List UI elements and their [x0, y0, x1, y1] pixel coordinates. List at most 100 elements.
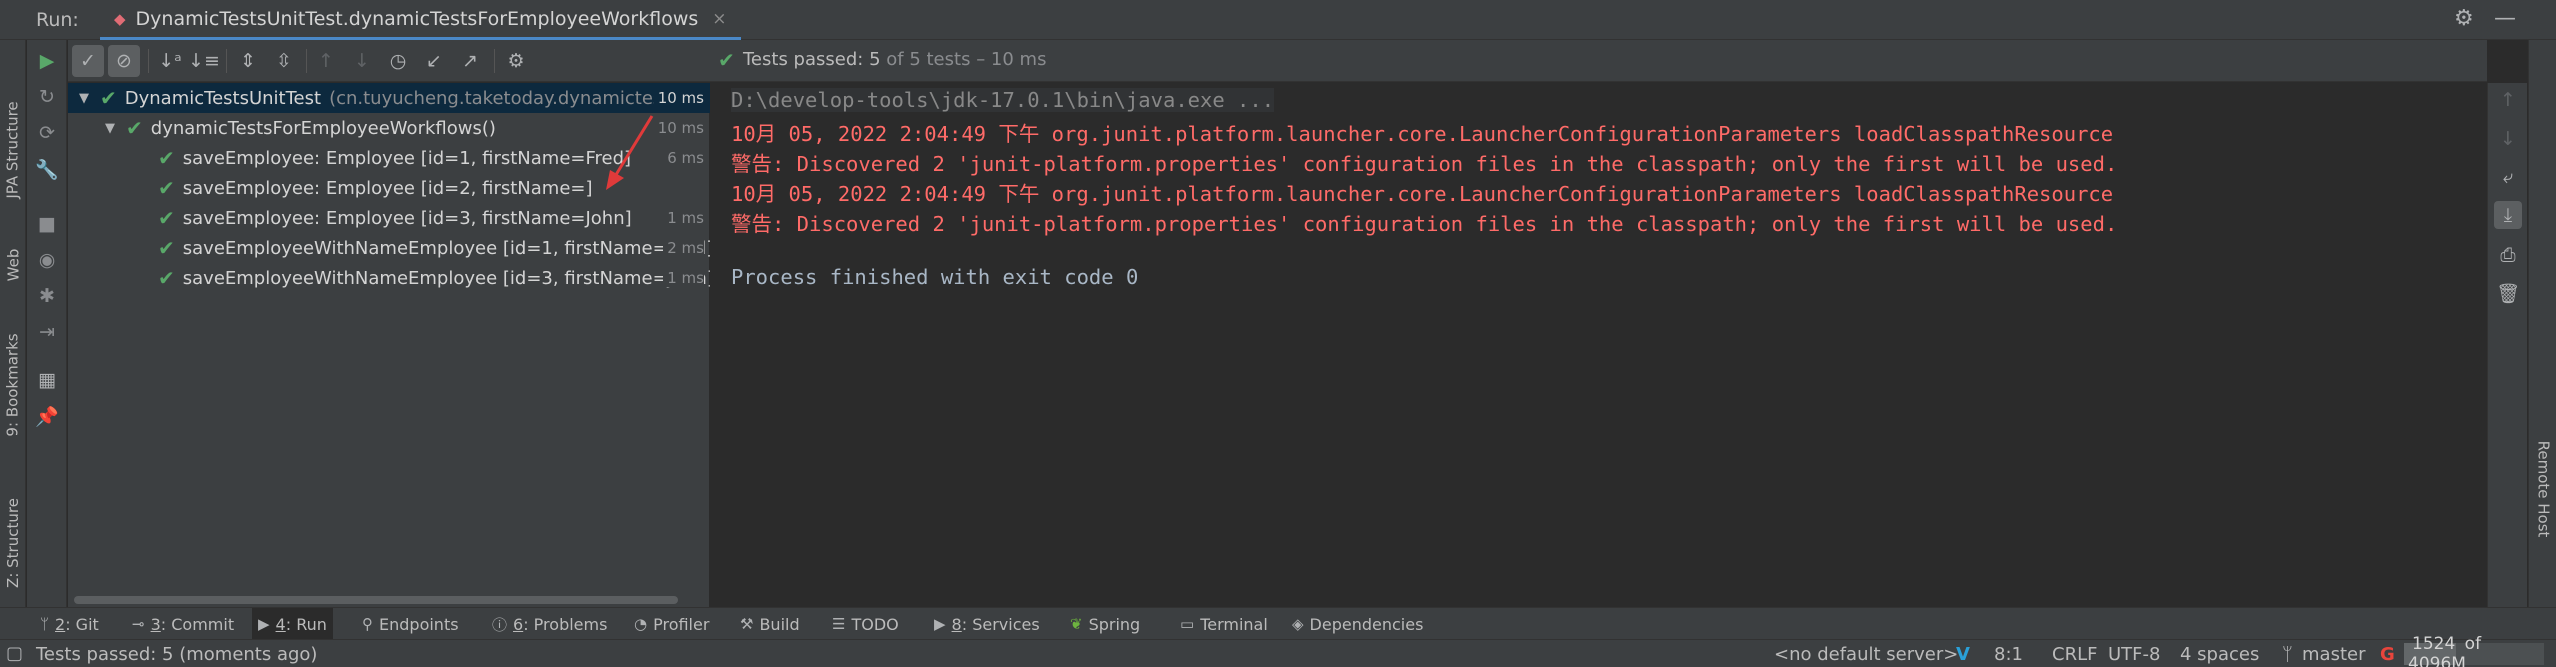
sidebar-tab-remote-host[interactable]: Remote Host	[2529, 441, 2556, 538]
console-log-line: 10月 05, 2022 2:04:49 下午 org.junit.platfo…	[731, 122, 2114, 146]
build-icon: ⚒	[740, 615, 754, 633]
tab-problems[interactable]: ⓘ 6: Problems	[486, 608, 613, 640]
passed-check-icon: ✔	[158, 266, 175, 290]
passed-check-icon: ✔	[158, 176, 175, 200]
show-passed-icon[interactable]: ✓	[72, 45, 104, 77]
console-log-line: 警告: Discovered 2 'junit-platform.propert…	[731, 212, 2118, 236]
caret-position[interactable]: 8:1	[1994, 644, 2023, 665]
layout-icon[interactable]: ▦	[33, 366, 61, 394]
sidebar-tab-label: 9: Bookmarks	[4, 333, 23, 437]
server-selector[interactable]: <no default server>	[1774, 644, 1958, 665]
test-history-icon[interactable]: ◷	[382, 45, 414, 77]
previous-failed-icon[interactable]: ↑	[310, 45, 342, 77]
memory-indicator[interactable]: 1524 of 4096M	[2404, 634, 2544, 667]
indent-setting[interactable]: 4 spaces	[2180, 644, 2259, 665]
console-command-line[interactable]: D:\develop-tools\jdk-17.0.1\bin\java.exe…	[731, 88, 1275, 112]
left-tool-window-strip: JPA Structure Web 9: Bookmarks Z: Struct…	[0, 40, 26, 607]
test-duration: 10 ms	[653, 89, 704, 107]
tab-git[interactable]: ᛘ 2: Git	[34, 608, 105, 640]
passed-check-icon: ✔	[158, 206, 175, 230]
passed-check-icon: ✔	[158, 146, 175, 170]
sidebar-tab-web[interactable]: Web	[0, 235, 26, 295]
collapse-arrow-icon[interactable]: ▼	[76, 91, 92, 106]
tree-node-test[interactable]: ✔ saveEmployee: Employee [id=3, firstNam…	[68, 203, 710, 233]
file-encoding[interactable]: UTF-8	[2108, 644, 2160, 665]
scroll-to-end-icon[interactable]: ⤓	[2494, 201, 2522, 229]
git-branch[interactable]: master	[2302, 644, 2365, 665]
tab-spring[interactable]: ❦ Spring	[1064, 608, 1146, 640]
tab-commit[interactable]: ⊸ 3: Commit	[126, 608, 240, 640]
print-icon[interactable]: ⎙	[2494, 241, 2522, 269]
status-toggle-icon[interactable]: ▢	[6, 643, 23, 664]
tests-duration: 10 ms	[990, 49, 1047, 70]
wrench-icon[interactable]: 🔧	[33, 155, 61, 183]
sidebar-tab-label: JPA Structure	[4, 101, 23, 199]
junit-config-icon: ◆	[114, 9, 126, 28]
tab-endpoints[interactable]: ⚲ Endpoints	[356, 608, 465, 640]
passed-check-icon: ✔	[126, 116, 143, 140]
tree-node-test[interactable]: ✔ saveEmployeeWithNameEmployee [id=3, fi…	[68, 263, 710, 293]
tab-services[interactable]: ▶ 8: Services	[928, 608, 1046, 640]
status-bar: ▢ Tests passed: 5 (moments ago) <no defa…	[0, 634, 2556, 667]
export-tests-icon[interactable]: ↗	[454, 45, 486, 77]
toggle-auto-test-icon[interactable]: ⟳	[33, 119, 61, 147]
google-icon[interactable]: G	[2380, 644, 2395, 665]
import-tests-icon[interactable]: ↙	[418, 45, 450, 77]
terminal-icon: ▭	[1180, 615, 1195, 633]
expand-all-icon[interactable]: ⇕	[232, 45, 264, 77]
status-separator: –	[976, 49, 986, 70]
test-duration: 1 ms	[663, 209, 704, 227]
stop-icon[interactable]: ■	[33, 210, 61, 238]
rerun-icon[interactable]: ▶	[33, 47, 61, 75]
sort-alphabetically-icon[interactable]: ↓ᵃ	[154, 45, 186, 77]
status-message[interactable]: Tests passed: 5 (moments ago)	[36, 644, 317, 665]
tab-profiler[interactable]: ◔ Profiler	[628, 608, 715, 640]
tab-terminal[interactable]: ▭ Terminal	[1174, 608, 1274, 640]
console-exit-message: Process finished with exit code 0	[731, 265, 1139, 289]
sidebar-tab-bookmarks[interactable]: 9: Bookmarks	[0, 315, 26, 455]
profiler-icon: ◔	[634, 615, 648, 633]
console-output[interactable]: D:\develop-tools\jdk-17.0.1\bin\java.exe…	[711, 83, 2487, 607]
debug-icon[interactable]: ✱	[33, 282, 61, 310]
tab-build[interactable]: ⚒ Build	[734, 608, 806, 640]
dependencies-icon: ◈	[1292, 615, 1304, 633]
problems-icon: ⓘ	[492, 615, 508, 634]
passed-check-icon: ✔	[158, 236, 175, 260]
hide-panel-icon[interactable]: —	[2494, 6, 2516, 31]
trash-icon[interactable]: 🗑	[2494, 279, 2522, 307]
test-settings-gear-icon[interactable]: ⚙	[500, 45, 532, 77]
tab-dependencies[interactable]: ◈ Dependencies	[1286, 608, 1429, 640]
endpoints-icon: ⚲	[362, 615, 373, 633]
right-tool-window-strip: Remote Host	[2528, 40, 2556, 607]
test-name: saveEmployee: Employee [id=3, firstName=…	[182, 207, 632, 229]
run-configuration-tab[interactable]: ◆ DynamicTestsUnitTest.dynamicTestsForEm…	[100, 0, 741, 40]
test-name: saveEmployee: Employee [id=1, firstName=…	[182, 147, 632, 169]
test-class-name: DynamicTestsUnitTest	[124, 87, 322, 109]
tab-run[interactable]: ▶ 4: Run	[252, 608, 333, 640]
camera-icon[interactable]: ◉	[33, 246, 61, 274]
scroll-up-icon[interactable]: ↑	[2494, 86, 2522, 114]
sidebar-tab-structure[interactable]: Z: Structure	[0, 480, 26, 605]
exit-icon[interactable]: ⇥	[33, 318, 61, 346]
line-separator[interactable]: CRLF	[2052, 644, 2097, 665]
show-ignored-icon[interactable]: ⊘	[108, 45, 140, 77]
pin-icon[interactable]: 📌	[33, 402, 61, 430]
rerun-failed-icon[interactable]: ↻	[33, 83, 61, 111]
gear-icon[interactable]: ⚙	[2454, 6, 2474, 31]
tree-node-test[interactable]: ✔ saveEmployeeWithNameEmployee [id=1, fi…	[68, 233, 710, 263]
scroll-down-icon[interactable]: ↓	[2494, 125, 2522, 153]
tree-horizontal-scrollbar[interactable]	[74, 596, 678, 604]
close-tab-icon[interactable]: ×	[712, 9, 726, 29]
console-log-line: 10月 05, 2022 2:04:49 下午 org.junit.platfo…	[731, 182, 2114, 206]
tab-todo[interactable]: ☰ TODO	[826, 608, 905, 640]
collapse-all-icon[interactable]: ⇳	[268, 45, 300, 77]
next-failed-icon[interactable]: ↓	[346, 45, 378, 77]
sort-by-duration-icon[interactable]: ↓≡	[188, 45, 220, 77]
memory-used: 1524	[2412, 634, 2456, 654]
collapse-arrow-icon[interactable]: ▼	[102, 121, 118, 136]
soft-wrap-icon[interactable]: ⤶	[2494, 163, 2522, 191]
sidebar-tab-label: Z: Structure	[4, 497, 23, 588]
vue-icon[interactable]: V	[1956, 644, 1970, 665]
sidebar-tab-jpa-structure[interactable]: JPA Structure	[0, 80, 26, 220]
tree-node-root[interactable]: ▼ ✔ DynamicTestsUnitTest (cn.tuyucheng.t…	[68, 83, 710, 113]
